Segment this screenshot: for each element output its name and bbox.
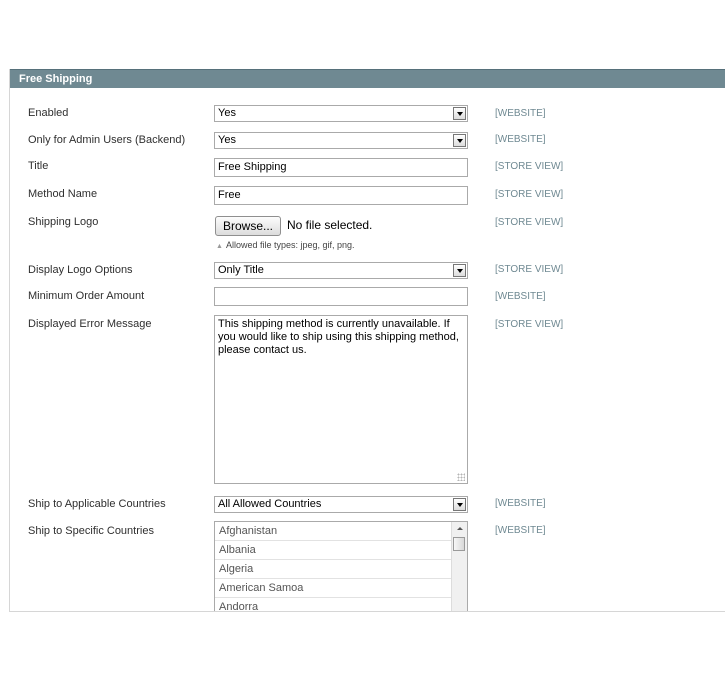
method-name-scope: [STORE VIEW] bbox=[495, 189, 564, 200]
min-order-input[interactable] bbox=[214, 287, 468, 306]
dropdown-arrow-icon[interactable] bbox=[453, 134, 466, 147]
file-types-hint: ▲ Allowed file types: jpeg, gif, png. bbox=[216, 240, 355, 250]
shipping-logo-scope: [STORE VIEW] bbox=[495, 217, 564, 228]
country-option[interactable]: Albania bbox=[215, 541, 451, 560]
specific-countries-label: Ship to Specific Countries bbox=[28, 525, 154, 537]
applicable-countries-value: All Allowed Countries bbox=[218, 498, 322, 510]
applicable-countries-label: Ship to Applicable Countries bbox=[28, 498, 166, 510]
display-logo-scope: [STORE VIEW] bbox=[495, 264, 564, 275]
shipping-logo-label: Shipping Logo bbox=[28, 216, 99, 228]
admin-only-value: Yes bbox=[218, 134, 236, 146]
error-message-textarea[interactable]: This shipping method is currently unavai… bbox=[214, 315, 468, 484]
enabled-select[interactable]: Yes bbox=[214, 105, 468, 122]
error-message-text: This shipping method is currently unavai… bbox=[218, 318, 459, 356]
enabled-value: Yes bbox=[218, 107, 236, 119]
admin-only-scope: [WEBSITE] bbox=[495, 134, 546, 145]
admin-only-label: Only for Admin Users (Backend) bbox=[28, 134, 186, 146]
title-label: Title bbox=[28, 160, 49, 172]
specific-countries-multiselect[interactable]: Afghanistan Albania Algeria American Sam… bbox=[214, 521, 468, 611]
scroll-up-arrow-icon[interactable] bbox=[452, 522, 467, 535]
country-option[interactable]: Afghanistan bbox=[215, 522, 451, 541]
display-logo-value: Only Title bbox=[218, 264, 264, 276]
resize-grip-icon[interactable] bbox=[457, 473, 465, 481]
min-order-label: Minimum Order Amount bbox=[28, 290, 145, 302]
display-logo-label: Display Logo Options bbox=[28, 264, 133, 276]
file-types-hint-text: Allowed file types: jpeg, gif, png. bbox=[225, 240, 355, 250]
min-order-scope: [WEBSITE] bbox=[495, 291, 546, 302]
country-option[interactable]: American Samoa bbox=[215, 579, 451, 598]
admin-only-select[interactable]: Yes bbox=[214, 132, 468, 149]
section-header[interactable]: Free Shipping bbox=[10, 69, 725, 88]
method-name-label: Method Name bbox=[28, 188, 98, 200]
dropdown-arrow-icon[interactable] bbox=[453, 498, 466, 511]
dropdown-arrow-icon[interactable] bbox=[453, 264, 466, 277]
display-logo-select[interactable]: Only Title bbox=[214, 262, 468, 279]
country-option[interactable]: Algeria bbox=[215, 560, 451, 579]
error-message-scope: [STORE VIEW] bbox=[495, 319, 564, 330]
enabled-label: Enabled bbox=[28, 107, 69, 119]
scrollbar-thumb[interactable] bbox=[453, 537, 465, 551]
triangle-up-icon: ▲ bbox=[216, 243, 223, 250]
method-name-input[interactable]: Free bbox=[214, 186, 468, 205]
specific-countries-scope: [WEBSITE] bbox=[495, 525, 546, 536]
free-shipping-section: Free Shipping Enabled Yes [WEBSITE] Only… bbox=[9, 69, 725, 612]
title-input[interactable]: Free Shipping bbox=[214, 158, 468, 177]
applicable-countries-select[interactable]: All Allowed Countries bbox=[214, 496, 468, 513]
country-option[interactable]: Andorra bbox=[215, 598, 451, 611]
error-message-label: Displayed Error Message bbox=[28, 318, 152, 330]
applicable-countries-scope: [WEBSITE] bbox=[495, 498, 546, 509]
dropdown-arrow-icon[interactable] bbox=[453, 107, 466, 120]
scrollbar[interactable] bbox=[451, 522, 467, 611]
title-scope: [STORE VIEW] bbox=[495, 161, 564, 172]
enabled-scope: [WEBSITE] bbox=[495, 108, 546, 119]
browse-button[interactable]: Browse... bbox=[215, 216, 281, 236]
file-status: No file selected. bbox=[287, 218, 373, 232]
